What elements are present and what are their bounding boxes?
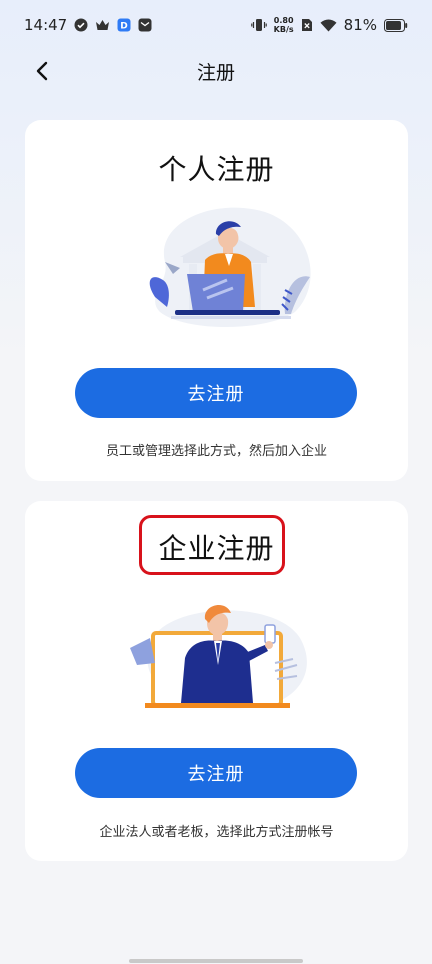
back-button[interactable] — [30, 58, 56, 84]
home-indicator[interactable] — [129, 959, 303, 963]
crown-icon — [95, 19, 110, 31]
check-circle-icon — [74, 18, 88, 32]
app-notification-icon: D — [117, 18, 131, 32]
sim-off-icon — [301, 18, 313, 32]
status-right: 0.80 KB/s 81% — [250, 16, 408, 34]
personal-registration-card: 个人注册 去注册 员工或管理选择此方式，然后加入企业 — [25, 120, 408, 481]
status-left: 14:47 D — [24, 16, 152, 34]
personal-registration-title: 个人注册 — [158, 153, 275, 186]
personal-registration-hint: 员工或管理选择此方式，然后加入企业 — [105, 444, 327, 459]
net-speed: 0.80 KB/s — [274, 16, 294, 34]
status-time: 14:47 — [24, 16, 68, 34]
battery-icon — [384, 18, 408, 32]
personal-register-button[interactable]: 去注册 — [75, 368, 357, 418]
businessman-on-screen-illustration — [125, 603, 315, 733]
mail-icon — [138, 18, 152, 32]
enterprise-register-button[interactable]: 去注册 — [75, 748, 357, 798]
man-with-laptop-bank-illustration — [125, 202, 315, 332]
enterprise-registration-title: 企业注册 — [158, 532, 275, 565]
net-speed-value: 0.80 — [273, 16, 294, 25]
chevron-left-icon — [36, 61, 48, 81]
enterprise-registration-card: 企业注册 去注册 企业法人或者老板，选择此方式注册帐号 — [25, 501, 408, 861]
status-bar: 14:47 D 0.80 KB/s 81% — [0, 0, 432, 50]
page-title: 注册 — [196, 61, 235, 84]
net-speed-unit: KB/s — [273, 25, 294, 34]
battery-text: 81% — [343, 16, 377, 34]
svg-text:D: D — [120, 22, 127, 32]
nav-bar: 注册 — [0, 50, 432, 92]
enterprise-registration-hint: 企业法人或者老板，选择此方式注册帐号 — [99, 825, 334, 840]
wifi-icon — [320, 19, 337, 32]
vibrate-icon — [250, 18, 267, 32]
